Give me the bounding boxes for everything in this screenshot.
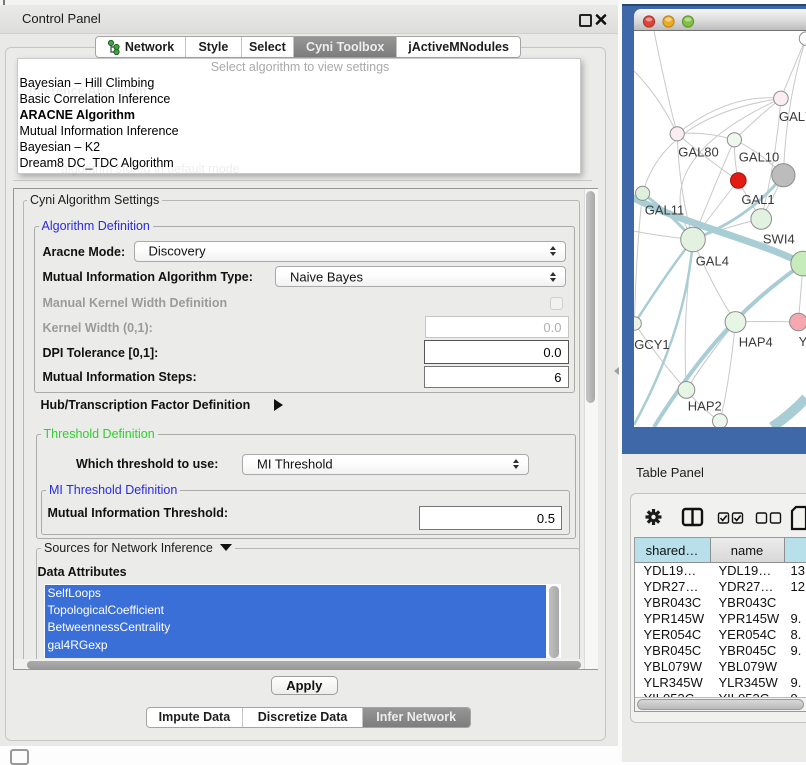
svg-text:GAL11: GAL11 <box>645 202 685 217</box>
svg-text:HAP4: HAP4 <box>739 335 773 350</box>
svg-text:GAL10: GAL10 <box>739 150 779 165</box>
svg-text:GCY1: GCY1 <box>634 337 669 352</box>
svg-text:HAP2: HAP2 <box>688 399 722 414</box>
svg-text:YM: YM <box>799 334 806 349</box>
svg-text:GAL1: GAL1 <box>741 192 774 207</box>
svg-text:GAL4: GAL4 <box>696 254 729 269</box>
svg-text:GAL80: GAL80 <box>678 144 718 159</box>
svg-text:GAL7: GAL7 <box>779 109 806 124</box>
svg-text:SWI4: SWI4 <box>763 232 795 247</box>
